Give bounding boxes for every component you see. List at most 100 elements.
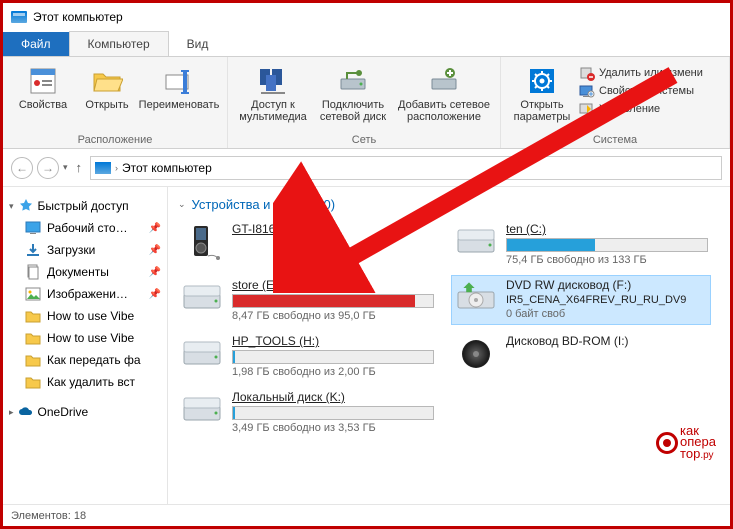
device-icon: [454, 222, 498, 262]
nav-bar: ← → ▾ ↑ › Этот компьютер: [3, 149, 730, 187]
rename-button[interactable]: Переименовать: [137, 63, 221, 113]
device-icon: [454, 334, 498, 374]
device-item[interactable]: GT-I8160: [178, 220, 436, 268]
sidebar-item[interactable]: How to use Vibe: [3, 327, 167, 349]
properties-button[interactable]: Свойства: [9, 63, 77, 113]
window-title: Этот компьютер: [33, 10, 123, 24]
add-network-icon: [428, 65, 460, 97]
chevron-down-icon: ⌄: [178, 199, 186, 210]
ribbon-group-location: Свойства Открыть Переименовать Расположе…: [3, 57, 228, 148]
usage-bar: [232, 350, 434, 364]
usage-bar: [232, 406, 434, 420]
rename-icon: [163, 65, 195, 97]
device-item[interactable]: HP_TOOLS (H:) 1,98 ГБ свободно из 2,00 ГБ: [178, 332, 436, 380]
onedrive-header[interactable]: ▸ OneDrive: [3, 401, 167, 423]
tab-computer[interactable]: Компьютер: [69, 31, 169, 56]
downloads-icon: [25, 242, 41, 258]
system-properties-icon: [579, 83, 595, 99]
device-subtext: 0 байт своб: [506, 308, 708, 320]
watermark-icon: [656, 432, 678, 454]
computer-icon: [95, 162, 111, 174]
desktop-icon: [25, 220, 41, 236]
device-subtext: 8,47 ГБ свободно из 95,0 ГБ: [232, 310, 434, 322]
documents-icon: [25, 264, 41, 280]
item-count: Элементов: 18: [11, 510, 86, 522]
map-drive-button[interactable]: Подключить сетевой диск: [314, 63, 392, 125]
manage-button[interactable]: Управление: [579, 101, 703, 117]
chevron-down-icon: ▾: [9, 201, 14, 212]
pin-icon: 📌: [149, 267, 161, 278]
sidebar-item[interactable]: How to use Vibe: [3, 305, 167, 327]
devices-list: GT-I8160 ten (C:) 75,4 ГБ свободно из 133 …: [178, 220, 720, 436]
properties-icon: [27, 65, 59, 97]
folder-icon: [25, 374, 41, 390]
device-item[interactable]: store (E:) 8,47 ГБ свободно из 95,0 ГБ: [178, 276, 436, 324]
nav-forward-button[interactable]: →: [37, 157, 59, 179]
device-name: HP_TOOLS (H:): [232, 334, 434, 348]
nav-history-dropdown[interactable]: ▾: [63, 162, 68, 173]
quick-access-header[interactable]: ▾ Быстрый доступ: [3, 195, 167, 217]
nav-sidebar: ▾ Быстрый доступ Рабочий сто…📌Загрузки📌Д…: [3, 187, 168, 504]
media-access-button[interactable]: Доступ к мультимедиа: [234, 63, 312, 125]
status-bar: Элементов: 18: [3, 504, 730, 526]
device-subtext: 75,4 ГБ свободно из 133 ГБ: [506, 254, 708, 266]
sidebar-item[interactable]: Документы📌: [3, 261, 167, 283]
pictures-icon: [25, 286, 41, 302]
add-network-button[interactable]: Добавить сетевое расположение: [394, 63, 494, 125]
ribbon-group-network: Доступ к мультимедиа Подключить сетевой …: [228, 57, 501, 148]
ribbon-group-system: Открыть параметры Удалить или измени Сво…: [501, 57, 730, 148]
folder-icon: [25, 352, 41, 368]
device-name: store (E:): [232, 278, 434, 292]
device-icon: [180, 334, 224, 374]
address-text: Этот компьютер: [122, 161, 212, 175]
tab-view[interactable]: Вид: [169, 32, 227, 56]
uninstall-programs-button[interactable]: Удалить или измени: [579, 65, 703, 81]
uninstall-icon: [579, 65, 595, 81]
device-item[interactable]: ten (C:) 75,4 ГБ свободно из 133 ГБ: [452, 220, 710, 268]
folder-icon: [25, 330, 41, 346]
device-icon: [180, 222, 224, 262]
pin-icon: 📌: [149, 289, 161, 300]
device-name: DVD RW дисковод (F:): [506, 278, 708, 292]
sidebar-item[interactable]: Изображени…📌: [3, 283, 167, 305]
watermark: как оператор: [656, 425, 716, 460]
system-properties-button[interactable]: Свойства системы: [579, 83, 703, 99]
address-bar[interactable]: › Этот компьютер: [90, 156, 722, 180]
map-drive-icon: [337, 65, 369, 97]
sidebar-item[interactable]: Как передать фа: [3, 349, 167, 371]
open-settings-button[interactable]: Открыть параметры: [507, 63, 577, 125]
device-icon: [180, 390, 224, 430]
devices-section-header[interactable]: ⌄ Устройства и диски (10): [178, 193, 720, 220]
device-item[interactable]: DVD RW дисковод (F:)IR5_CENA_X64FREV_RU_…: [452, 276, 710, 324]
device-name: ten (C:): [506, 222, 708, 236]
pin-icon: 📌: [149, 245, 161, 256]
folder-icon: [25, 308, 41, 324]
device-item[interactable]: Локальный диск (K:) 3,49 ГБ свободно из 3…: [178, 388, 436, 436]
sidebar-item[interactable]: Как удалить вст: [3, 371, 167, 393]
pin-icon: 📌: [149, 223, 161, 234]
device-icon: [180, 278, 224, 318]
star-icon: [18, 198, 34, 214]
media-icon: [257, 65, 289, 97]
nav-up-button[interactable]: ↑: [72, 160, 87, 175]
usage-bar: [232, 294, 434, 308]
device-name: GT-I8160: [232, 222, 434, 236]
tab-file[interactable]: Файл: [3, 32, 69, 56]
chevron-right-icon: ▸: [9, 407, 14, 418]
device-subtext: 3,49 ГБ свободно из 3,53 ГБ: [232, 422, 434, 434]
sidebar-item[interactable]: Рабочий сто…📌: [3, 217, 167, 239]
device-name: Дисковод BD-ROM (I:): [506, 334, 708, 348]
settings-icon: [526, 65, 558, 97]
onedrive-icon: [18, 404, 34, 420]
device-icon: [454, 278, 498, 318]
open-folder-icon: [91, 65, 123, 97]
sidebar-item[interactable]: Загрузки📌: [3, 239, 167, 261]
open-button[interactable]: Открыть: [79, 63, 135, 113]
usage-bar: [506, 238, 708, 252]
device-subtext: 1,98 ГБ свободно из 2,00 ГБ: [232, 366, 434, 378]
manage-icon: [579, 101, 595, 117]
device-item[interactable]: Дисковод BD-ROM (I:): [452, 332, 710, 380]
device-name: Локальный диск (K:): [232, 390, 434, 404]
nav-back-button[interactable]: ←: [11, 157, 33, 179]
ribbon-tabs: Файл Компьютер Вид: [3, 31, 730, 57]
